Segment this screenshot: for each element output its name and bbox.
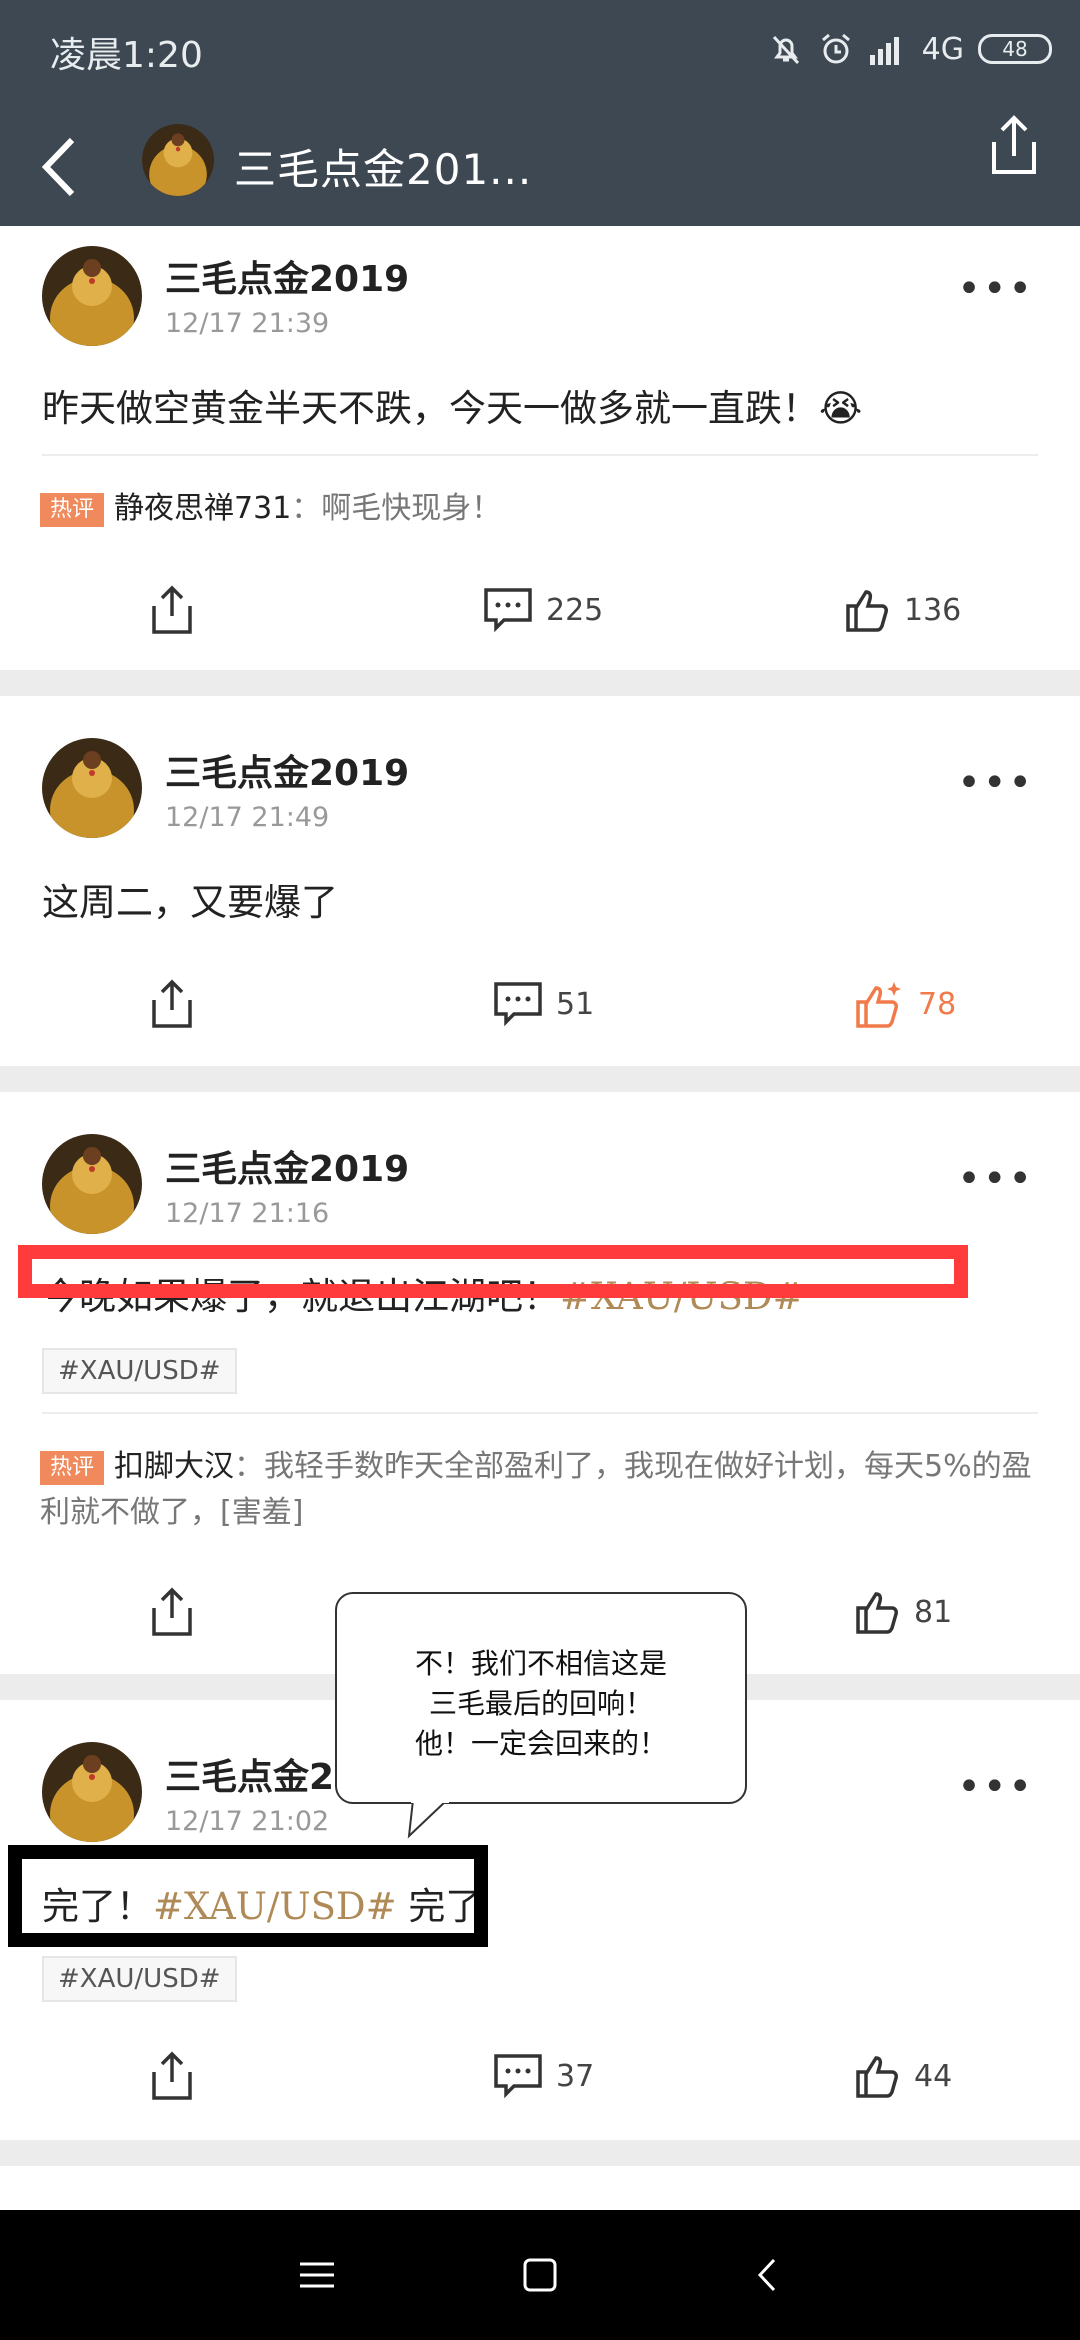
bubble-line: 不！我们不相信这是 bbox=[414, 1647, 667, 1680]
avatar[interactable] bbox=[42, 1134, 142, 1234]
like-button-active[interactable]: 78 bbox=[854, 964, 956, 1044]
hot-badge: 热评 bbox=[40, 493, 105, 527]
thumbs-up-icon bbox=[856, 1592, 898, 1634]
alarm-icon bbox=[821, 33, 850, 64]
comment-icon bbox=[494, 2054, 542, 2099]
back-icon[interactable] bbox=[742, 2250, 792, 2300]
more-options-icon[interactable]: ••• bbox=[957, 1156, 1034, 1202]
top-bar: 凌晨1:20 4G 48 三毛点金201... bbox=[0, 0, 1080, 226]
system-nav-bar bbox=[0, 2210, 1080, 2340]
avatar[interactable] bbox=[42, 738, 142, 838]
like-count: 136 bbox=[904, 592, 962, 628]
mute-bell-icon bbox=[772, 35, 799, 65]
divider bbox=[42, 454, 1038, 456]
crying-emoji-icon: 😭 bbox=[819, 387, 863, 430]
share-button[interactable] bbox=[150, 1572, 194, 1652]
divider bbox=[42, 1412, 1038, 1414]
home-icon[interactable] bbox=[515, 2250, 565, 2300]
comment-button[interactable]: 51 bbox=[492, 964, 594, 1044]
share-icon bbox=[152, 2051, 192, 2100]
network-type: 4G bbox=[921, 31, 964, 67]
username[interactable]: 三毛点金2 bbox=[165, 1748, 334, 1800]
share-icon bbox=[152, 979, 192, 1028]
next-post-peek bbox=[0, 2166, 1080, 2210]
status-bar: 凌晨1:20 4G 48 bbox=[0, 0, 1080, 100]
thumbs-up-icon bbox=[846, 590, 888, 632]
status-time: 凌晨1:20 bbox=[50, 35, 203, 76]
username[interactable]: 三毛点金2019 bbox=[165, 1140, 409, 1192]
post-card: 三毛点金2019 12/17 21:39 ••• 昨天做空黄金半天不跌，今天一做… bbox=[0, 226, 1080, 670]
hot-comment-text: ：啊毛快现身！ bbox=[291, 491, 502, 526]
topic-tag[interactable]: #XAU/USD# bbox=[42, 1956, 237, 2002]
share-icon bbox=[152, 585, 192, 634]
status-icons: 4G 48 bbox=[768, 26, 1052, 72]
like-button[interactable]: 136 bbox=[844, 570, 961, 650]
hot-comment-user: 扣脚大汉 bbox=[114, 1449, 235, 1484]
more-options-icon[interactable]: ••• bbox=[957, 1764, 1034, 1810]
highlight-box-black bbox=[8, 1845, 488, 1947]
action-bar: 225 136 bbox=[0, 570, 1080, 650]
share-button[interactable] bbox=[150, 2036, 194, 2116]
avatar[interactable] bbox=[42, 1742, 142, 1842]
highlight-box-red bbox=[18, 1245, 968, 1298]
more-options-icon[interactable]: ••• bbox=[957, 266, 1034, 312]
comment-button[interactable]: 37 bbox=[492, 2036, 594, 2116]
thumbs-up-liked-icon bbox=[856, 982, 901, 1028]
post-card: 三毛点金2019 12/17 21:49 ••• 这周二，又要爆了 51 78 bbox=[0, 696, 1080, 1066]
username[interactable]: 三毛点金2019 bbox=[165, 250, 409, 302]
post-time: 12/17 21:16 bbox=[165, 1198, 330, 1229]
share-button[interactable] bbox=[150, 964, 194, 1044]
post-time: 12/17 21:39 bbox=[165, 308, 330, 339]
like-count: 81 bbox=[914, 1594, 953, 1630]
like-count: 78 bbox=[918, 986, 957, 1022]
share-icon bbox=[152, 1587, 192, 1636]
comment-button[interactable]: 225 bbox=[482, 570, 603, 650]
username[interactable]: 三毛点金2019 bbox=[165, 744, 409, 796]
hot-comment-user: 静夜思禅731 bbox=[114, 491, 292, 526]
share-icon[interactable] bbox=[984, 112, 1044, 182]
thumbs-up-icon bbox=[856, 2056, 898, 2098]
avatar[interactable] bbox=[42, 246, 142, 346]
bubble-line: 三毛最后的回响！ bbox=[428, 1687, 653, 1720]
signal-icon bbox=[869, 37, 899, 65]
more-options-icon[interactable]: ••• bbox=[957, 760, 1034, 806]
action-bar: 37 44 bbox=[0, 2036, 1080, 2116]
post-time: 12/17 21:49 bbox=[165, 802, 330, 833]
post-card: 三毛点金2019 12/17 21:16 ••• 今晚如果爆了，就退出江湖吧！#… bbox=[0, 1092, 1080, 1674]
post-time: 12/17 21:02 bbox=[165, 1806, 330, 1837]
like-count: 44 bbox=[914, 2058, 953, 2094]
menu-icon[interactable] bbox=[292, 2250, 342, 2300]
comment-count: 225 bbox=[546, 592, 604, 628]
comment-count: 37 bbox=[556, 2058, 595, 2094]
speech-bubble: 不！我们不相信这是 三毛最后的回响！ 他！一定会回来的！ bbox=[335, 1592, 747, 1804]
action-bar: 51 78 bbox=[0, 964, 1080, 1044]
like-button[interactable]: 81 bbox=[854, 1572, 952, 1652]
comment-icon bbox=[494, 982, 542, 1027]
back-arrow-icon[interactable] bbox=[32, 134, 86, 200]
nav-row: 三毛点金201... bbox=[0, 112, 1080, 222]
battery-icon: 48 bbox=[978, 34, 1052, 64]
header-avatar[interactable] bbox=[142, 124, 214, 196]
share-button[interactable] bbox=[150, 570, 194, 650]
topic-tag[interactable]: #XAU/USD# bbox=[42, 1348, 237, 1394]
bubble-line: 他！一定会回来的！ bbox=[414, 1727, 667, 1760]
post-text: 昨天做空黄金半天不跌，今天一做多就一直跌！😭 bbox=[42, 378, 862, 432]
comment-count: 51 bbox=[556, 986, 595, 1022]
post-text: 这周二，又要爆了 bbox=[42, 881, 338, 924]
post-text-content: 昨天做空黄金半天不跌，今天一做多就一直跌！ bbox=[42, 387, 819, 430]
like-button[interactable]: 44 bbox=[854, 2036, 952, 2116]
comment-icon bbox=[484, 588, 532, 633]
speech-bubble-tail bbox=[407, 1800, 449, 1839]
hot-comment[interactable]: 热评 静夜思禅731：啊毛快现身！ bbox=[40, 486, 1040, 532]
page-title: 三毛点金201... bbox=[234, 145, 533, 194]
hot-comment[interactable]: 热评 扣脚大汉：我轻手数昨天全部盈利了，我现在做好计划，每天5%的盈利就不做了，[… bbox=[40, 1444, 1040, 1536]
hot-badge: 热评 bbox=[40, 1451, 105, 1485]
